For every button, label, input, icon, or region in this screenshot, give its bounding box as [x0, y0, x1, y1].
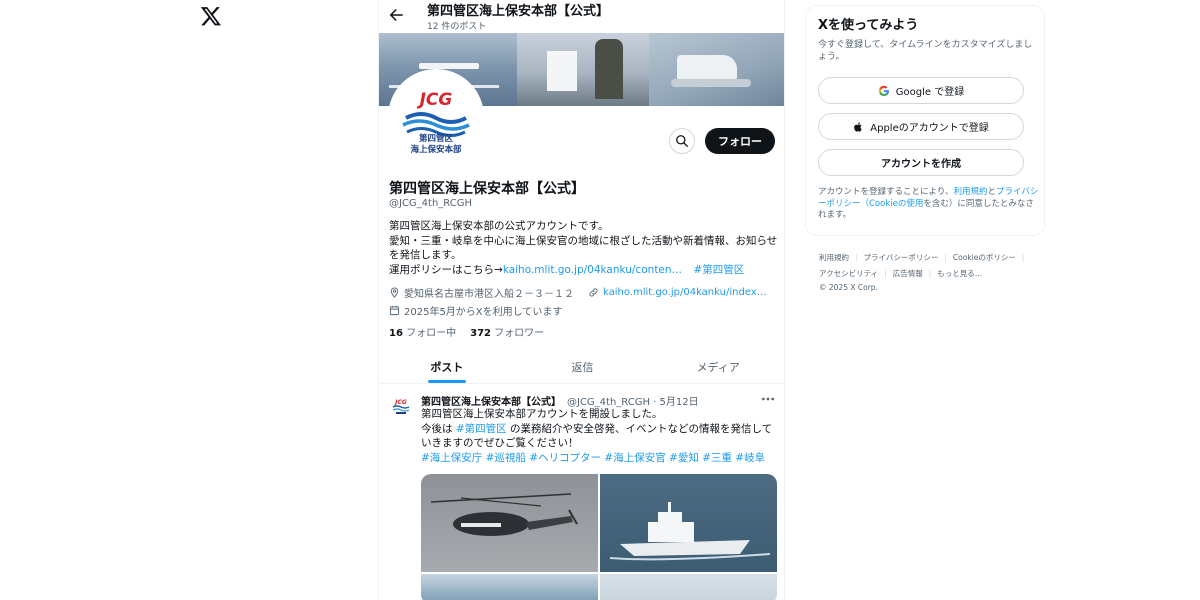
tab-media-label: メディア — [696, 361, 740, 374]
footer-separator: | — [884, 269, 887, 278]
profile-actions: フォロー — [669, 128, 775, 154]
followers-link[interactable]: 372 フォロワー — [470, 324, 544, 339]
avatar-logo-text: JCG — [419, 90, 453, 110]
post-line2-prefix: 今後は — [421, 422, 456, 435]
media-photo-patrol-boat[interactable] — [600, 474, 777, 572]
google-icon — [878, 85, 889, 96]
followers-count: 372 — [470, 328, 491, 339]
signup-card: Xを使ってみよう 今すぐ登録して、タイムラインをカスタマイズしましょう。 Goo… — [805, 5, 1045, 236]
following-label: フォロー中 — [406, 328, 457, 339]
main-column: 第四管区海上保安本部【公式】 12 件のポスト JCG 第四管区 海上保安本部 — [378, 0, 785, 600]
profile-handle: @JCG_4th_RCGH — [389, 198, 473, 209]
profile-website-link[interactable]: kaiho.mlit.go.jp/04kanku/index… — [603, 287, 767, 298]
banner-photo-boat — [649, 33, 784, 106]
terms-prefix: アカウントを登録することにより、 — [818, 187, 954, 197]
follow-button[interactable]: フォロー — [705, 128, 775, 154]
banner-photo-lighthouse — [517, 33, 649, 106]
link-icon — [589, 288, 598, 297]
more-options-icon[interactable] — [760, 393, 776, 405]
sidebar-footer: 利用規約 | プライバシーポリシー | Cookieのポリシー | アクセシビリティ | 広告… — [819, 250, 1041, 294]
footer-copyright: © 2025 X Corp. — [819, 283, 878, 292]
apple-signup-label: Appleのアカウントで登録 — [870, 123, 989, 134]
profile-meta: 愛知県名古屋市港区入船２－３－１２ kaiho.mlit.go.jp/04kan… — [389, 285, 779, 318]
header-title: 第四管区海上保安本部【公式】 — [427, 4, 610, 19]
profile-avatar[interactable]: JCG 第四管区 海上保安本部 — [388, 69, 484, 165]
post-media-grid — [421, 474, 777, 600]
followers-label: フォロワー — [494, 328, 545, 339]
following-count: 16 — [389, 328, 403, 339]
back-arrow-icon[interactable] — [387, 6, 405, 24]
footer-link-ads[interactable]: 広告情報 — [893, 269, 923, 278]
post-line1: 第四管区海上保安本部アカウントを開設しました。 — [421, 408, 663, 420]
bio-policy-link[interactable]: kaiho.mlit.go.jp/04kanku/conten… — [503, 264, 682, 276]
footer-separator: | — [944, 253, 947, 262]
header-post-count: 12 件のポスト — [427, 22, 487, 32]
tab-replies[interactable]: 返信 — [515, 351, 651, 383]
terms-mid: と — [987, 187, 997, 197]
following-link[interactable]: 16 フォロー中 — [389, 324, 456, 339]
footer-separator: | — [855, 253, 858, 262]
footer-link-more[interactable]: もっと見る… — [937, 269, 982, 278]
media-photo-sky[interactable] — [600, 574, 777, 600]
meta-row-2: 2025年5月からXを利用しています — [389, 303, 779, 318]
bio-line1: 第四管区海上保安本部の公式アカウントです。 — [389, 220, 609, 232]
avatar-line2: 海上保安本部 — [410, 145, 462, 155]
signup-terms: アカウントを登録することにより、利用規約とプライバシーポリシー（Cookieの使… — [818, 187, 1040, 222]
location-icon — [390, 287, 399, 298]
calendar-icon — [389, 305, 400, 316]
media-photo-helicopter[interactable] — [421, 474, 598, 572]
profile-header-bar: 第四管区海上保安本部【公式】 12 件のポスト — [379, 0, 784, 33]
create-account-button[interactable]: アカウントを作成 — [818, 149, 1024, 176]
helicopter-icon — [430, 493, 578, 536]
footer-row-1: 利用規約 | プライバシーポリシー | Cookieのポリシー | — [819, 250, 1041, 266]
profile-name: 第四管区海上保安本部【公式】 — [389, 181, 585, 197]
footer-link-cookies[interactable]: Cookieのポリシー — [953, 253, 1016, 262]
tab-media[interactable]: メディア — [650, 351, 784, 383]
signup-description: 今すぐ登録して、タイムラインをカスタマイズしましょう。 — [818, 40, 1033, 62]
footer-row-2: アクセシビリティ | 広告情報 | もっと見る… — [819, 266, 1041, 282]
active-tab-indicator — [427, 380, 466, 383]
profile-follow-counts: 16 フォロー中 372 フォロワー — [389, 324, 544, 339]
svg-text:JCG: JCG — [394, 399, 407, 406]
signup-title: Xを使ってみよう — [818, 18, 919, 33]
post-avatar[interactable]: JCG — [388, 393, 414, 419]
google-signup-button[interactable]: Google で登録 — [818, 77, 1024, 104]
bio-line2: 愛知・三重・岐阜を中心に海上保安官の地域に根ざした活動や新着情報、お知らせを発信… — [389, 234, 778, 262]
footer-separator: | — [928, 269, 932, 278]
footer-link-accessibility[interactable]: アクセシビリティ — [819, 269, 878, 278]
meta-row-1: 愛知県名古屋市港区入船２－３－１２ kaiho.mlit.go.jp/04kan… — [389, 285, 779, 300]
google-signup-label: Google で登録 — [895, 87, 965, 98]
tab-posts[interactable]: ポスト — [379, 351, 515, 383]
footer-link-terms[interactable]: 利用規約 — [819, 253, 849, 262]
x-logo-icon[interactable] — [200, 5, 222, 27]
footer-separator: | — [1021, 253, 1025, 262]
media-photo-aerial[interactable] — [421, 574, 598, 600]
bio-line3: 運用ポリシーはこちら→kaiho.mlit.go.jp/04kanku/cont… — [389, 263, 779, 278]
post-hashtag-link[interactable]: #第四管区 — [456, 423, 507, 435]
bio-hashtag-link[interactable]: #第四管区 — [693, 264, 744, 276]
apple-signup-button[interactable]: Appleのアカウントで登録 — [818, 113, 1024, 140]
terms-of-service-link[interactable]: 利用規約 — [954, 187, 988, 197]
tab-replies-label: 返信 — [571, 361, 594, 374]
post-hashtags[interactable]: #海上保安庁 #巡視船 #ヘリコプター #海上保安官 #愛知 #三重 #岐阜 — [421, 451, 776, 466]
bio-policy-text: 運用ポリシーはこちら→ — [389, 263, 503, 276]
jcg-logo-small-icon: JCG — [392, 399, 410, 414]
profile-tabs: ポスト 返信 メディア — [379, 351, 784, 384]
profile-bio: 第四管区海上保安本部の公式アカウントです。 愛知・三重・岐阜を中心に海上保安官の… — [389, 219, 779, 277]
post-line2: 今後は #第四管区 の業務紹介や安全啓発、イベントなどの情報を発信していきますの… — [421, 422, 776, 451]
post-header: 第四管区海上保安本部【公式】 @JCG_4th_RCGH · 5月12日 — [421, 393, 699, 408]
search-button[interactable] — [669, 128, 695, 154]
right-sidebar: Xを使ってみよう 今すぐ登録して、タイムラインをカスタマイズしましょう。 Goo… — [805, 0, 1045, 600]
post-text: 第四管区海上保安本部アカウントを開設しました。 今後は #第四管区 の業務紹介や… — [421, 407, 776, 465]
post-item[interactable]: JCG 第四管区海上保安本部【公式】 @JCG_4th_RCGH · 5月12日 … — [379, 385, 784, 600]
profile-location: 愛知県名古屋市港区入船２－３－１２ — [404, 289, 574, 300]
left-nav — [0, 0, 378, 600]
search-icon — [676, 135, 688, 147]
profile-joined: 2025年5月からXを利用しています — [404, 307, 563, 318]
tab-posts-label: ポスト — [430, 361, 464, 374]
patrol-boat-icon — [609, 502, 771, 561]
apple-icon — [854, 121, 862, 132]
footer-link-privacy[interactable]: プライバシーポリシー — [864, 253, 939, 262]
